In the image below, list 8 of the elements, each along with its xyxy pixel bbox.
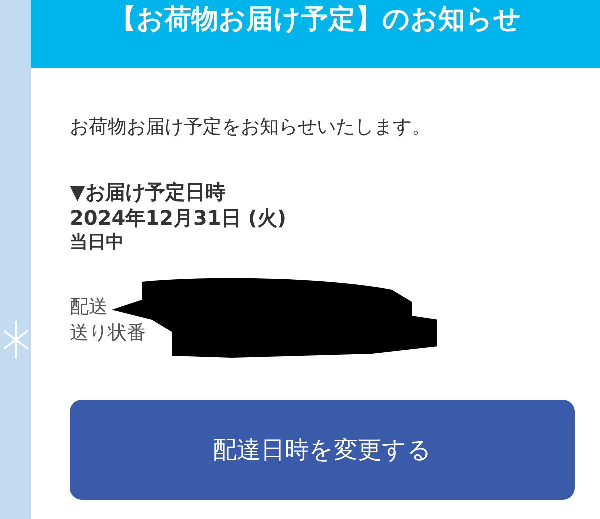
header-title: 【お荷物お届け予定】のお知らせ xyxy=(110,3,522,37)
delivery-heading: ▼お届け予定日時 xyxy=(70,179,226,205)
delivery-time: 当日中 xyxy=(70,231,125,255)
delivery-date: 2024年12月31日 (火) xyxy=(70,205,288,231)
change-delivery-button[interactable]: 配達日時を変更する xyxy=(70,400,575,500)
detail-text: 送り状番 xyxy=(70,321,147,346)
detail-text: 配送 xyxy=(70,295,109,320)
intro-text: お荷物お届け予定をお知らせいたします。 xyxy=(70,115,432,140)
